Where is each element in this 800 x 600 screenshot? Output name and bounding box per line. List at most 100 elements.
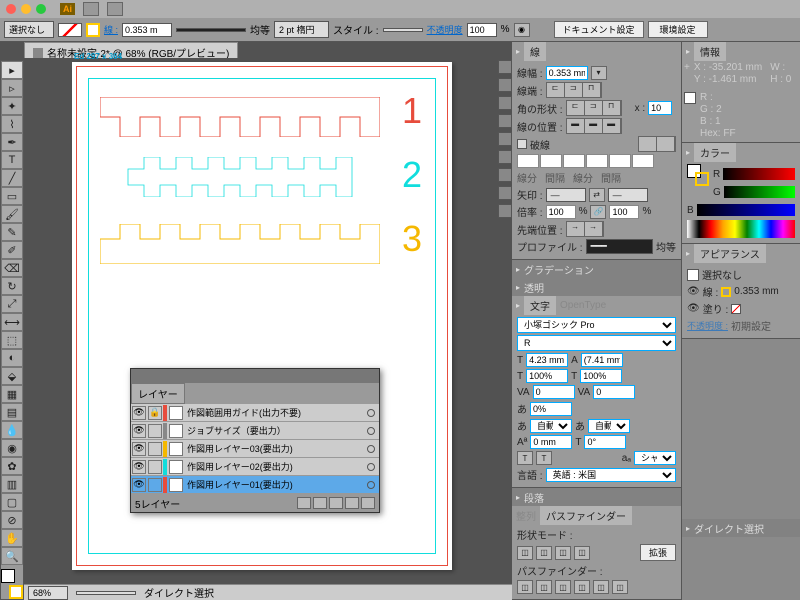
info-tab[interactable]: 情報 — [694, 42, 726, 61]
pathfinder-tab[interactable]: パスファインダー — [540, 506, 632, 525]
rotate-tool[interactable]: ↻ — [1, 277, 23, 295]
locate-layer-icon[interactable] — [297, 497, 311, 509]
type-tool[interactable]: T — [1, 151, 23, 169]
dash-checkbox[interactable] — [517, 139, 527, 149]
arrow-start[interactable]: — — [546, 188, 586, 202]
blend-tool[interactable]: ◉ — [1, 439, 23, 457]
shape-builder-tool[interactable]: ◐ — [1, 349, 23, 367]
antialiasing[interactable]: シャープ — [634, 451, 676, 465]
layer-name[interactable]: 作図用レイヤー01(要出力) — [185, 478, 367, 491]
art-path-3[interactable] — [100, 224, 380, 264]
dash-align[interactable] — [638, 136, 676, 152]
align-tab[interactable]: 整列 — [516, 508, 536, 523]
outline-icon[interactable]: ◫ — [593, 580, 609, 594]
art-path-2[interactable] — [100, 157, 380, 197]
scale-tool[interactable]: ⤢ — [1, 295, 23, 313]
r-slider[interactable] — [723, 168, 795, 180]
dock-icon[interactable] — [498, 150, 512, 164]
language[interactable]: 英語 : 米国 — [546, 468, 676, 482]
brush-dropdown[interactable]: 2 pt 楕円 — [274, 21, 329, 38]
hand-tool[interactable]: ✋ — [1, 529, 23, 547]
stroke-swatch-mini[interactable] — [721, 287, 731, 297]
eyedropper-tool[interactable]: 💧 — [1, 421, 23, 439]
align-stroke-buttons[interactable]: ▬▬▬ — [566, 118, 622, 134]
selection-indicator[interactable]: 選択なし — [4, 21, 54, 38]
char-tab[interactable]: 文字 — [524, 296, 556, 315]
layer-row[interactable]: 👁作図用レイヤー03(要出力) — [131, 440, 379, 458]
close-window[interactable] — [6, 4, 16, 14]
cap-buttons[interactable]: ⊏⊐⊓ — [546, 82, 602, 98]
smallcaps-icon[interactable]: T — [536, 451, 552, 465]
kerning[interactable] — [533, 385, 575, 399]
layers-panel[interactable]: レイヤー 👁🔒作図範囲用ガイド(出力不要)👁ジョブサイズ（要出力）👁作図用レイヤ… — [130, 368, 380, 513]
visibility-icon[interactable]: 👁 — [132, 478, 146, 492]
zoom-window[interactable] — [36, 4, 46, 14]
allcaps-icon[interactable]: T — [517, 451, 533, 465]
eraser-tool[interactable]: ⌫ — [1, 259, 23, 277]
width-tool[interactable]: ⟷ — [1, 313, 23, 331]
mesh-tool[interactable]: ▦ — [1, 385, 23, 403]
slice-tool[interactable]: ⊘ — [1, 511, 23, 529]
corner-buttons[interactable]: ⊏⊐⊓ — [566, 100, 622, 116]
paragraph-tab[interactable]: 段落 — [524, 490, 544, 505]
dock-icon[interactable] — [498, 168, 512, 182]
visibility-icon[interactable]: 👁 — [132, 406, 146, 420]
visibility-icon[interactable]: 👁 — [132, 442, 146, 456]
new-sublayer-icon[interactable] — [329, 497, 343, 509]
recolor-icon[interactable]: ◉ — [514, 23, 530, 37]
pencil-tool[interactable]: ✎ — [1, 223, 23, 241]
lock-icon[interactable] — [148, 460, 162, 474]
stroke-tab[interactable]: 線 — [524, 42, 546, 61]
aki-right[interactable]: 自動 — [588, 419, 630, 433]
doc-setup-button[interactable]: ドキュメント設定 — [554, 21, 644, 38]
symbol-tool[interactable]: ✿ — [1, 457, 23, 475]
rectangle-tool[interactable]: ▭ — [1, 187, 23, 205]
target-icon[interactable] — [367, 445, 375, 453]
font-weight[interactable]: R — [517, 335, 676, 351]
lock-icon[interactable] — [148, 478, 162, 492]
b-slider[interactable] — [697, 204, 795, 216]
color-stroke[interactable] — [695, 172, 709, 186]
prefs-button[interactable]: 環境設定 — [648, 21, 708, 38]
gradient-tool[interactable]: ▤ — [1, 403, 23, 421]
selection-tool[interactable]: ▸ — [1, 61, 23, 79]
minus-front-icon[interactable]: ◫ — [536, 546, 552, 560]
stroke-style-dropdown[interactable] — [176, 28, 246, 32]
fill-color[interactable] — [1, 569, 15, 583]
font-size[interactable] — [526, 353, 568, 367]
baseline-shift[interactable] — [530, 435, 572, 449]
fill-swatch[interactable] — [58, 23, 82, 37]
dock-icon[interactable] — [498, 132, 512, 146]
stroke-swatch[interactable] — [86, 23, 100, 37]
target-icon[interactable] — [367, 463, 375, 471]
free-transform-tool[interactable]: ⬚ — [1, 331, 23, 349]
crop-icon[interactable]: ◫ — [574, 580, 590, 594]
target-icon[interactable] — [367, 409, 375, 417]
tsume[interactable] — [530, 402, 572, 416]
graph-tool[interactable]: ▥ — [1, 475, 23, 493]
make-clipping-icon[interactable] — [313, 497, 327, 509]
stepper-icon[interactable]: ▾ — [591, 66, 607, 80]
unite-icon[interactable]: ◫ — [517, 546, 533, 560]
link-icon[interactable]: 🔗 — [590, 205, 606, 219]
layer-row[interactable]: 👁 作図用レイヤー01(要出力) — [131, 476, 379, 494]
bridge-icon[interactable] — [83, 2, 99, 16]
zoom-tool[interactable]: 🔍 — [1, 547, 23, 565]
miter-input[interactable] — [648, 101, 672, 115]
direct-selection-tool[interactable]: ▹ — [1, 79, 23, 97]
font-family[interactable]: 小塚ゴシック Pro — [517, 317, 676, 333]
vscale[interactable] — [526, 369, 568, 383]
lock-icon[interactable] — [148, 442, 162, 456]
lock-icon[interactable] — [148, 424, 162, 438]
minimize-window[interactable] — [21, 4, 31, 14]
minus-back-icon[interactable]: ◫ — [612, 580, 628, 594]
target-icon[interactable] — [367, 481, 375, 489]
dock-icon[interactable] — [498, 204, 512, 218]
panel-drag-bar[interactable] — [131, 369, 379, 383]
stroke-color[interactable] — [9, 585, 23, 599]
leading[interactable] — [581, 353, 623, 367]
graphic-style-dropdown[interactable] — [383, 28, 423, 32]
expand-button[interactable]: 拡張 — [640, 544, 676, 561]
merge-icon[interactable]: ◫ — [555, 580, 571, 594]
transparency-tab[interactable]: 透明 — [524, 280, 544, 295]
